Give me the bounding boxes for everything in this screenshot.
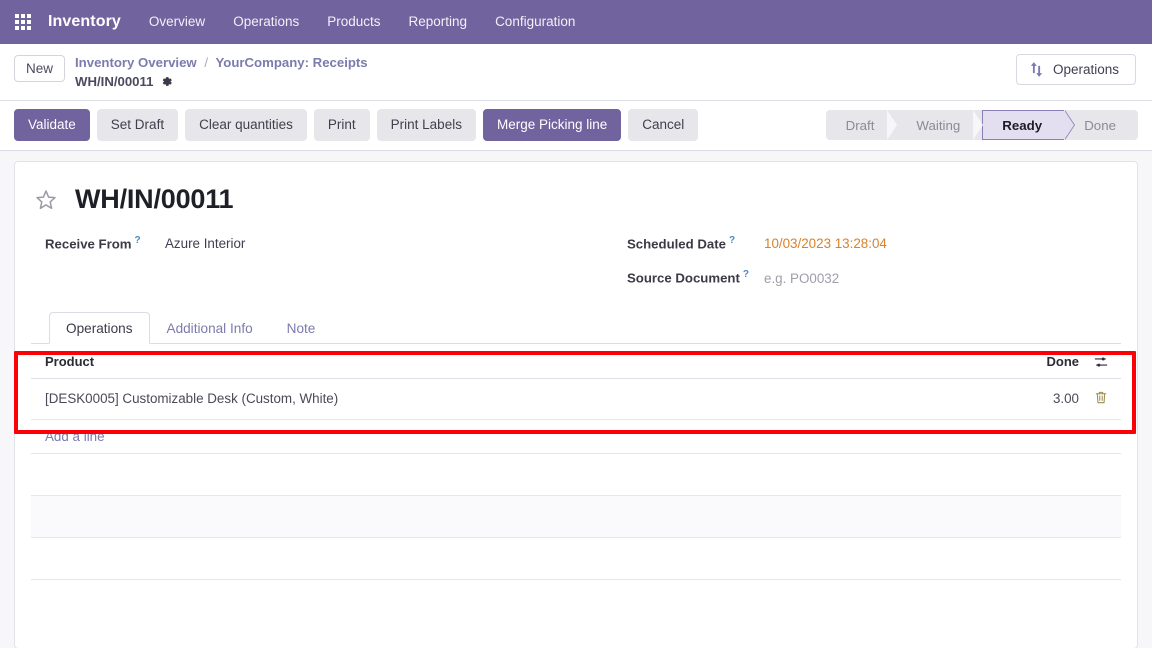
trash-icon — [1094, 390, 1108, 405]
help-icon[interactable]: ? — [135, 235, 141, 246]
table-body: [DESK0005] Customizable Desk (Custom, Wh… — [31, 378, 1121, 580]
field-label-source-document: Source Document? — [627, 269, 749, 286]
notebook-tabs: Operations Additional Info Note — [31, 311, 1121, 344]
optional-columns-toggle[interactable] — [1087, 343, 1121, 379]
table-head: Product Done — [31, 343, 1121, 379]
field-value-source-document[interactable]: e.g. PO0032 — [764, 271, 839, 286]
tab-operations[interactable]: Operations — [49, 311, 150, 344]
app-brand-inventory[interactable]: Inventory — [40, 0, 135, 44]
apps-grid-icon — [15, 14, 31, 30]
new-record-button[interactable]: New — [14, 55, 66, 82]
breadcrumb-current-record: WH/IN/00011 — [75, 73, 154, 89]
field-label-scheduled-date: Scheduled Date? — [627, 235, 736, 252]
menu-item-configuration[interactable]: Configuration — [481, 0, 589, 44]
action-bar: Validate Set Draft Clear quantities Prin… — [0, 101, 1152, 152]
tab-note[interactable]: Note — [270, 312, 333, 344]
set-draft-button[interactable]: Set Draft — [96, 109, 179, 142]
print-labels-button[interactable]: Print Labels — [376, 109, 476, 142]
table-row[interactable]: [DESK0005] Customizable Desk (Custom, Wh… — [31, 378, 1121, 420]
status-stage-done[interactable]: Done — [1064, 110, 1138, 140]
menu-item-products[interactable]: Products — [313, 0, 394, 44]
gear-icon[interactable] — [160, 75, 173, 90]
menu-item-operations[interactable]: Operations — [219, 0, 313, 44]
validate-button[interactable]: Validate — [14, 109, 90, 142]
breadcrumb-inventory-overview[interactable]: Inventory Overview — [75, 55, 197, 70]
cell-product[interactable]: [DESK0005] Customizable Desk (Custom, Wh… — [31, 378, 559, 420]
add-a-line-link[interactable]: Add a line — [45, 429, 105, 444]
table-empty-row — [31, 453, 1121, 496]
cancel-button[interactable]: Cancel — [628, 109, 699, 142]
add-line-row: Add a line — [31, 419, 1121, 454]
sliders-icon — [1094, 355, 1108, 369]
help-icon[interactable]: ? — [743, 269, 749, 280]
print-button[interactable]: Print — [313, 109, 370, 142]
menu-item-reporting[interactable]: Reporting — [395, 0, 482, 44]
column-header-product[interactable]: Product — [31, 343, 559, 379]
apps-menu-button[interactable] — [8, 7, 38, 37]
help-icon[interactable]: ? — [729, 235, 735, 246]
menu-item-overview[interactable]: Overview — [135, 0, 219, 44]
form-sheet-wrapper: WH/IN/00011 Receive From? Azure Interior… — [0, 151, 1152, 648]
record-title-row: WH/IN/00011 — [31, 178, 1121, 219]
operations-stat-button[interactable]: Operations — [1015, 54, 1136, 85]
clear-quantities-button[interactable]: Clear quantities — [185, 109, 307, 142]
status-stage-waiting[interactable]: Waiting — [896, 110, 984, 141]
table-header-row: Product Done — [31, 343, 1121, 379]
table-empty-row — [31, 537, 1121, 580]
field-value-receive-from[interactable]: Azure Interior — [165, 236, 245, 251]
cell-done[interactable]: 3.00 — [559, 378, 1087, 420]
field-label-receive-from: Receive From? — [45, 235, 141, 252]
table-empty-row — [31, 495, 1121, 538]
operations-table-zone: Product Done [DESK0005] Customizable Des… — [31, 343, 1121, 580]
form-column-right: Scheduled Date? 10/03/2023 13:28:04 Sour… — [583, 235, 1121, 304]
field-receive-from: Receive From? Azure Interior — [45, 235, 583, 251]
field-source-document: Source Document? e.g. PO0032 — [627, 269, 1121, 285]
exchange-vertical-icon — [1029, 61, 1044, 78]
tab-additional-info[interactable]: Additional Info — [150, 312, 270, 344]
delete-row-button[interactable] — [1087, 378, 1121, 420]
breadcrumb-receipts[interactable]: YourCompany: Receipts — [215, 55, 367, 70]
field-scheduled-date: Scheduled Date? 10/03/2023 13:28:04 — [627, 235, 1121, 251]
form-fields: Receive From? Azure Interior Scheduled D… — [31, 219, 1121, 306]
operations-table: Product Done [DESK0005] Customizable Des… — [31, 343, 1121, 580]
field-value-scheduled-date[interactable]: 10/03/2023 13:28:04 — [764, 236, 887, 251]
breadcrumb: Inventory Overview / YourCompany: Receip… — [75, 52, 368, 91]
control-panel: New Inventory Overview / YourCompany: Re… — [0, 44, 1152, 102]
breadcrumb-separator: / — [204, 55, 209, 70]
star-outline-icon[interactable] — [33, 187, 59, 213]
column-header-done[interactable]: Done — [559, 343, 1087, 379]
status-bar: Draft Waiting Ready Done — [825, 110, 1138, 141]
main-menu: Overview Operations Products Reporting C… — [135, 0, 589, 44]
merge-picking-line-button[interactable]: Merge Picking line — [482, 109, 622, 142]
operations-stat-label: Operations — [1052, 62, 1119, 77]
top-navbar: Inventory Overview Operations Products R… — [0, 0, 1152, 44]
action-buttons: Validate Set Draft Clear quantities Prin… — [14, 109, 699, 142]
form-column-left: Receive From? Azure Interior — [45, 235, 583, 304]
page-title: WH/IN/00011 — [75, 184, 234, 215]
form-sheet: WH/IN/00011 Receive From? Azure Interior… — [14, 161, 1138, 648]
status-stage-ready[interactable]: Ready — [982, 110, 1065, 141]
status-stage-draft[interactable]: Draft — [826, 110, 898, 141]
